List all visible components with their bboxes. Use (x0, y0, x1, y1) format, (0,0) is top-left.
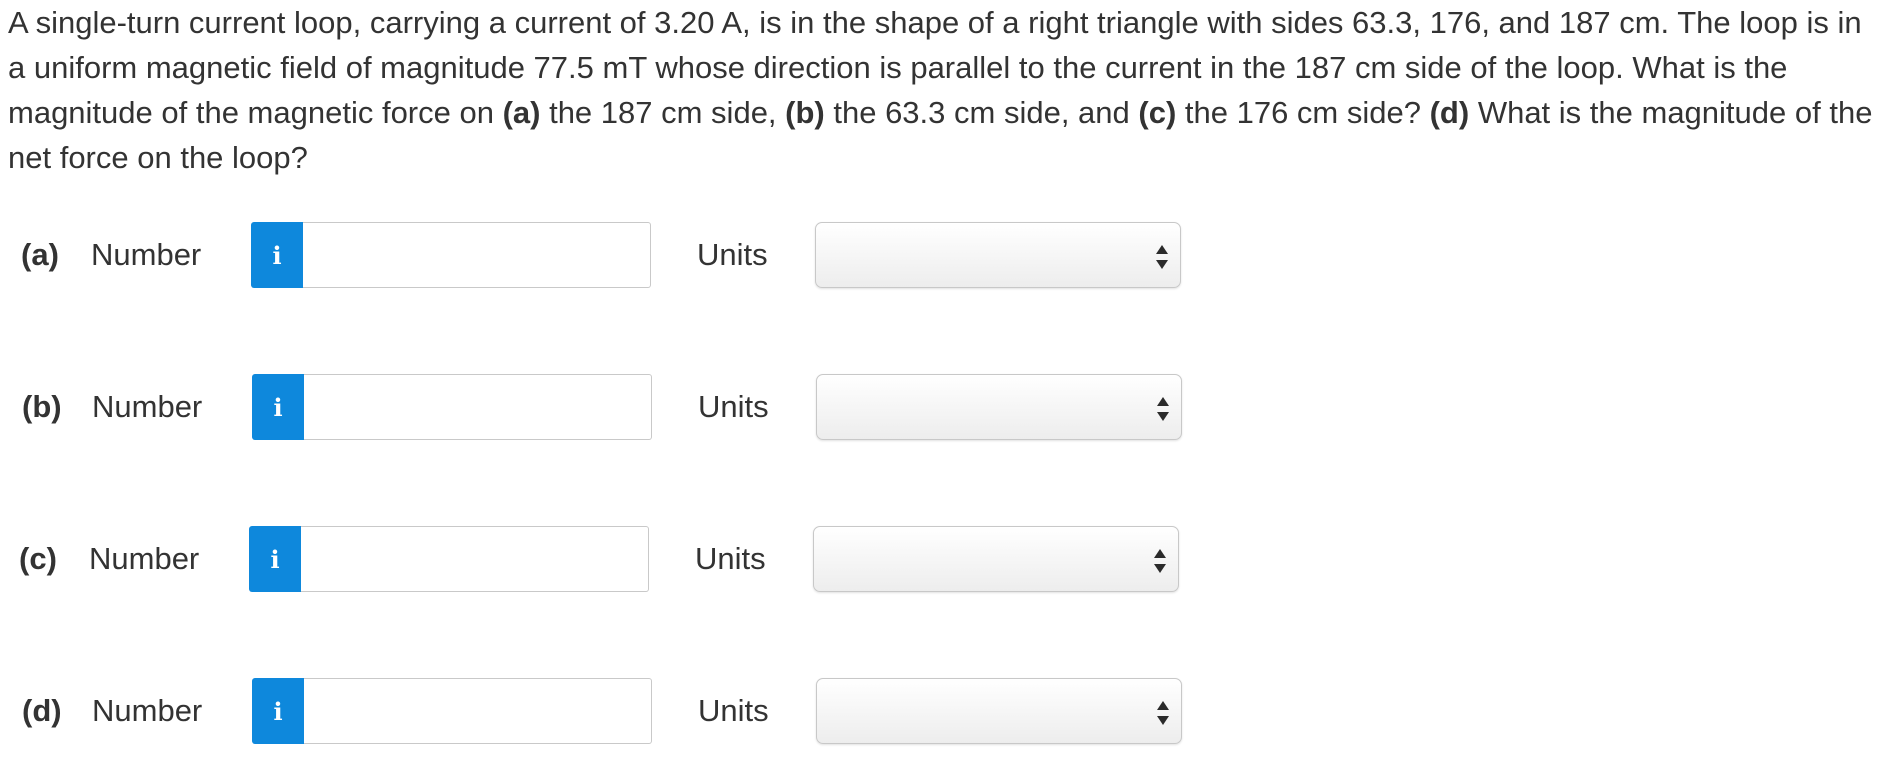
info-icon[interactable]: i (251, 222, 303, 288)
question-segment: the 63.3 cm side, and (824, 95, 1139, 130)
question-segment: the 176 cm side? (1176, 95, 1430, 130)
part-label: (a) (21, 237, 59, 272)
answer-row-d: (d) Number i Units (1, 678, 1201, 744)
number-label: Number (91, 237, 202, 272)
number-input-a[interactable] (303, 222, 651, 288)
info-icon[interactable]: i (252, 678, 304, 744)
part-a-marker: (a) (502, 95, 541, 130)
part-d-marker: (d) (1429, 95, 1470, 130)
units-label: Units (695, 541, 766, 576)
info-icon[interactable]: i (252, 374, 304, 440)
info-glyph: i (273, 392, 283, 422)
number-input-c[interactable] (301, 526, 649, 592)
info-glyph: i (272, 240, 282, 270)
units-select-b[interactable] (816, 374, 1182, 440)
number-label: Number (92, 389, 203, 424)
units-label: Units (697, 237, 768, 272)
units-label: Units (698, 693, 769, 728)
up-down-arrows-icon (1156, 245, 1168, 269)
part-label: (b) (22, 389, 62, 424)
question-segment: the 187 cm side, (540, 95, 786, 130)
up-down-arrows-icon (1157, 397, 1169, 421)
units-label: Units (698, 389, 769, 424)
number-label: Number (89, 541, 200, 576)
part-label: (d) (22, 693, 62, 728)
part-b-marker: (b) (785, 95, 825, 130)
units-select-a[interactable] (815, 222, 1181, 288)
number-label: Number (92, 693, 203, 728)
number-input-b[interactable] (304, 374, 652, 440)
number-input-d[interactable] (304, 678, 652, 744)
answer-row-c: (c) Number i Units (0, 526, 1198, 592)
part-c-marker: (c) (1138, 95, 1177, 130)
answer-row-b: (b) Number i Units (1, 374, 1201, 440)
up-down-arrows-icon (1154, 549, 1166, 573)
info-glyph: i (273, 696, 283, 726)
part-label: (c) (19, 541, 57, 576)
info-glyph: i (270, 544, 280, 574)
units-select-d[interactable] (816, 678, 1182, 744)
up-down-arrows-icon (1157, 701, 1169, 725)
answer-row-a: (a) Number i Units (0, 222, 1200, 288)
question-text: A single-turn current loop, carrying a c… (8, 0, 1878, 180)
units-select-c[interactable] (813, 526, 1179, 592)
info-icon[interactable]: i (249, 526, 301, 592)
